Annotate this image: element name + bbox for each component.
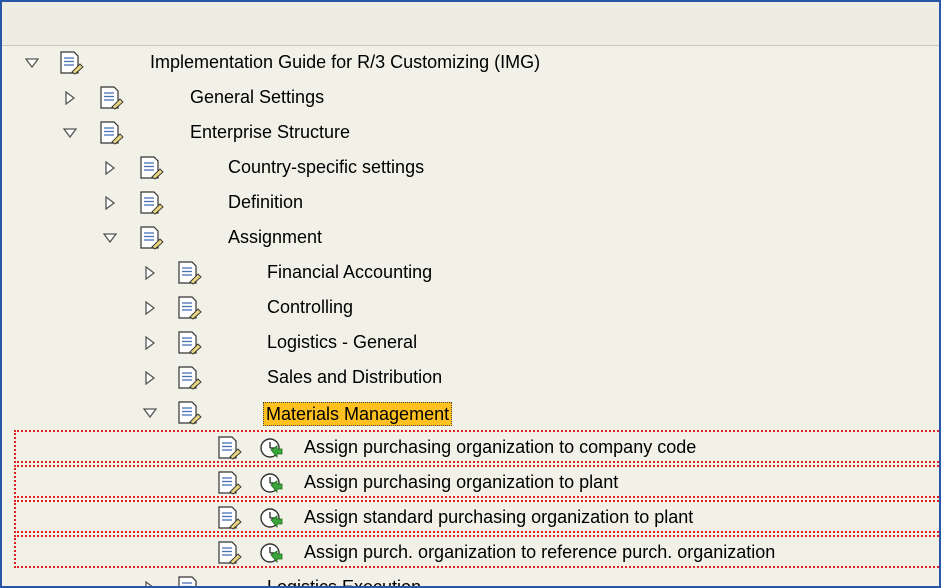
document-icon xyxy=(176,331,202,355)
document-icon xyxy=(216,506,242,530)
expand-down-arrow-icon[interactable] xyxy=(62,115,78,150)
tree-node-label: Definition xyxy=(228,192,304,212)
tree-node-logistics-execution[interactable]: Logistics Execution xyxy=(2,570,939,588)
tree-node-financial-accounting[interactable]: Financial Accounting xyxy=(2,255,939,290)
document-icon xyxy=(176,576,202,586)
tree-node-enterprise-structure[interactable]: Enterprise Structure xyxy=(2,115,939,150)
expand-right-arrow-icon[interactable] xyxy=(142,325,158,360)
document-icon xyxy=(176,261,202,285)
activity-label: Assign purch. organization to reference … xyxy=(304,542,776,562)
activity-row[interactable]: Assign purchasing organization to compan… xyxy=(2,430,939,465)
tree-node-label: Controlling xyxy=(267,297,354,317)
document-icon xyxy=(176,296,202,320)
tree-node-label: Assignment xyxy=(228,227,323,247)
expand-right-arrow-icon[interactable] xyxy=(142,570,158,586)
activity-row[interactable]: Assign purch. organization to reference … xyxy=(2,535,939,570)
tree-node-label: Logistics - General xyxy=(267,332,418,352)
tree-node-root[interactable]: Implementation Guide for R/3 Customizing… xyxy=(2,45,939,80)
tree-node-label: Financial Accounting xyxy=(267,262,433,282)
execute-clock-icon[interactable] xyxy=(258,436,284,460)
document-icon xyxy=(216,541,242,565)
expand-down-arrow-icon[interactable] xyxy=(102,220,118,255)
tree-node-logistics-general[interactable]: Logistics - General xyxy=(2,325,939,360)
expand-right-arrow-icon[interactable] xyxy=(142,360,158,395)
activity-label: Assign purchasing organization to compan… xyxy=(304,437,697,457)
tree-node-controlling[interactable]: Controlling xyxy=(2,290,939,325)
expand-right-arrow-icon[interactable] xyxy=(62,80,78,115)
tree-header-bar xyxy=(2,2,939,46)
expand-right-arrow-icon[interactable] xyxy=(142,255,158,290)
document-icon xyxy=(98,86,124,110)
document-icon xyxy=(138,156,164,180)
execute-clock-icon[interactable] xyxy=(258,471,284,495)
document-icon xyxy=(138,191,164,215)
expand-down-arrow-icon[interactable] xyxy=(142,395,158,430)
document-icon xyxy=(58,51,84,75)
expand-right-arrow-icon[interactable] xyxy=(142,290,158,325)
document-icon xyxy=(176,366,202,390)
document-icon xyxy=(216,471,242,495)
activity-label: Assign purchasing organization to plant xyxy=(304,472,619,492)
document-icon xyxy=(138,226,164,250)
tree-node-label: Enterprise Structure xyxy=(190,122,351,142)
img-tree-window: Implementation Guide for R/3 Customizing… xyxy=(0,0,941,588)
tree-node-sales-and-distribution[interactable]: Sales and Distribution xyxy=(2,360,939,395)
document-icon xyxy=(216,436,242,460)
tree-node-country-specific-settings[interactable]: Country-specific settings xyxy=(2,150,939,185)
tree-node-label-selected[interactable]: Materials Management xyxy=(263,402,453,426)
tree-node-label: Logistics Execution xyxy=(267,577,422,588)
execute-clock-icon[interactable] xyxy=(258,541,284,565)
document-icon xyxy=(176,401,202,425)
execute-clock-icon[interactable] xyxy=(258,506,284,530)
tree-node-definition[interactable]: Definition xyxy=(2,185,939,220)
activity-label: Assign standard purchasing organization … xyxy=(304,507,694,527)
document-icon xyxy=(98,121,124,145)
expand-down-arrow-icon[interactable] xyxy=(24,45,40,80)
tree-node-label: Country-specific settings xyxy=(228,157,425,177)
activity-row[interactable]: Assign standard purchasing organization … xyxy=(2,500,939,535)
tree-node-label: General Settings xyxy=(190,87,325,107)
tree-node-assignment[interactable]: Assignment xyxy=(2,220,939,255)
activity-row[interactable]: Assign purchasing organization to plant xyxy=(2,465,939,500)
tree-node-label: Sales and Distribution xyxy=(267,367,443,387)
expand-right-arrow-icon[interactable] xyxy=(102,150,118,185)
tree-node-label: Implementation Guide for R/3 Customizing… xyxy=(150,52,541,72)
tree-node-general-settings[interactable]: General Settings xyxy=(2,80,939,115)
expand-right-arrow-icon[interactable] xyxy=(102,185,118,220)
tree-node-materials-management[interactable]: Materials Management xyxy=(2,395,939,430)
